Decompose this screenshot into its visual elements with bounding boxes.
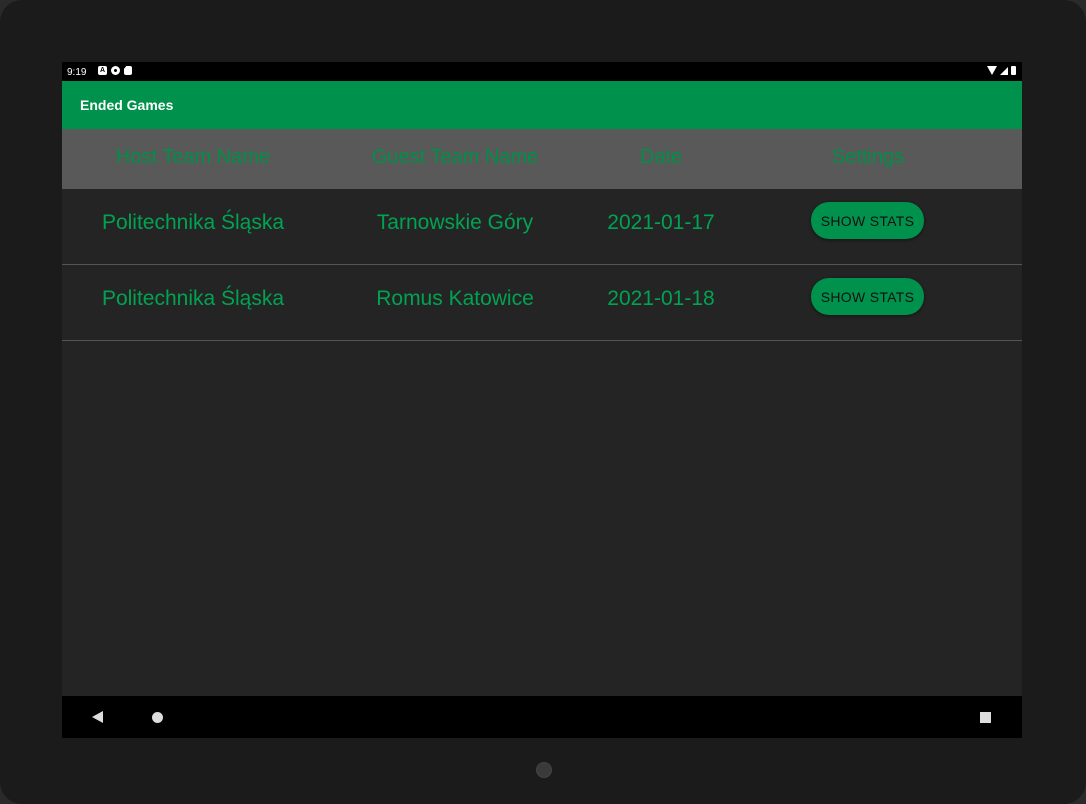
battery-icon: [1011, 66, 1016, 75]
header-guest-team: Guest Team Name: [371, 146, 539, 168]
ended-games-table: Host Team Name Guest Team Name Date Sett…: [62, 129, 1022, 696]
notification-p-icon: [111, 66, 120, 75]
camera-icon: [536, 762, 552, 778]
back-icon[interactable]: [92, 711, 103, 723]
status-time: 9:19: [67, 67, 87, 78]
header-date: Date: [639, 146, 683, 168]
date-cell: 2021-01-17: [607, 211, 715, 234]
status-system-icons: [987, 66, 1016, 75]
table-row: Politechnika Śląska Tarnowskie Góry 2021…: [62, 189, 1022, 265]
wifi-icon: [987, 66, 997, 75]
show-stats-button[interactable]: SHOW STATS: [811, 278, 924, 315]
host-team-cell: Politechnika Śląska: [101, 287, 285, 310]
page-title: Ended Games: [80, 97, 174, 113]
guest-team-cell: Romus Katowice: [376, 287, 534, 310]
date-cell: 2021-01-18: [607, 287, 715, 310]
table-header: Host Team Name Guest Team Name Date Sett…: [62, 129, 1022, 189]
app-bar: Ended Games: [62, 81, 1022, 129]
navigation-bar: [62, 696, 1022, 738]
header-settings: Settings: [831, 146, 905, 168]
notification-a-icon: A: [98, 66, 107, 75]
recents-icon[interactable]: [980, 712, 991, 723]
guest-team-cell: Tarnowskie Góry: [376, 211, 534, 234]
header-host-team: Host Team Name: [115, 146, 271, 168]
table-row: Politechnika Śląska Romus Katowice 2021-…: [62, 265, 1022, 341]
screen: 9:19 A Ended Games Host Team Name Guest …: [62, 62, 1022, 738]
home-icon[interactable]: [152, 712, 163, 723]
status-notification-icons: A: [98, 66, 132, 75]
signal-icon: [1000, 66, 1008, 75]
status-bar: 9:19 A: [62, 62, 1022, 81]
host-team-cell: Politechnika Śląska: [101, 211, 285, 234]
show-stats-button[interactable]: SHOW STATS: [811, 202, 924, 239]
sd-card-icon: [124, 66, 132, 75]
tablet-device-frame: 9:19 A Ended Games Host Team Name Guest …: [0, 0, 1086, 804]
